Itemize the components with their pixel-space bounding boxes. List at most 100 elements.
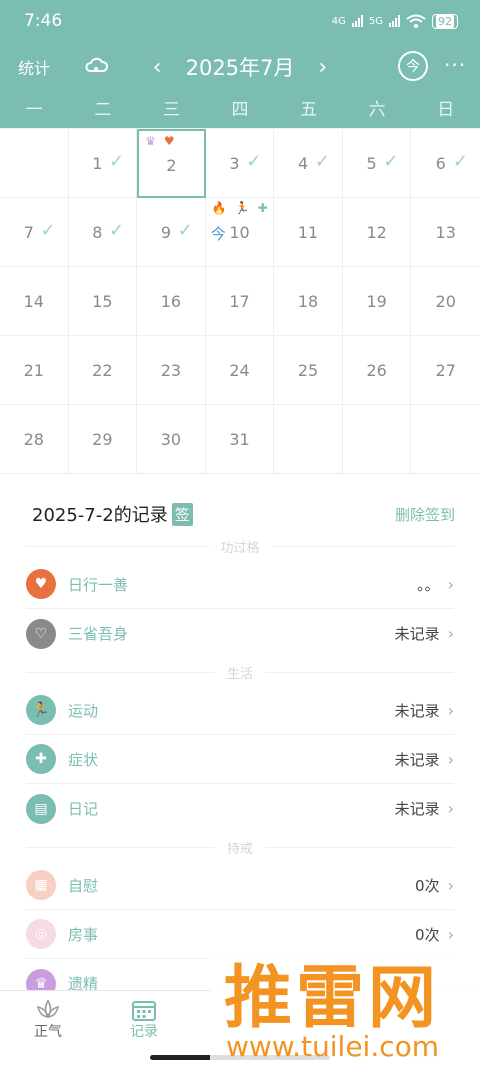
calendar-day-10[interactable]: 🔥 🏃 ✚ 今 10 [205,198,275,267]
calendar-day-15[interactable]: 15 [68,267,138,336]
day-number: 27 [435,361,456,380]
day-number: 31 [229,430,250,449]
next-month-button[interactable]: › [318,55,327,80]
day-number: 10 [229,223,250,242]
calendar-day-22[interactable]: 22 [68,336,138,405]
calendar-day-23[interactable]: 23 [137,336,206,405]
record-row[interactable]: ♥ 日行一善 。。 › [26,560,454,609]
section-title: 持戒 [227,841,254,857]
calendar-empty-cell [411,405,480,474]
record-value: 未记录 [394,750,440,769]
record-value: 未记录 [394,625,440,643]
check-icon: ✓ [383,151,399,172]
day-number: 13 [435,223,456,242]
day-number: 7 [23,223,34,242]
day-number: 8 [92,223,103,242]
record-header: 2025-7-2的记录 签 删除签到 [0,474,480,532]
weekday-label: 一 [25,100,43,120]
heart-icon: ♥ [26,569,56,599]
day-number: 28 [23,430,44,449]
weekday-row: 一 二 三 四 五 六 日 [0,92,480,128]
record-title: 2025-7-2的记录 签 [32,501,193,527]
calendar-day-25[interactable]: 25 [274,336,343,405]
day-marks: 🔥 🏃 ✚ [212,201,268,215]
record-row[interactable]: ♡ 三省吾身 未记录 › [26,609,454,658]
header: 7:46 4G 5G 92 统计 ‹ 2025年7月 › 今 ··· 一 二 三… [0,0,480,128]
section-list: 🏃 运动 未记录 › ✚ 症状 未记录 › ▤ 日记 未记录 › [0,686,480,833]
day-number: 5 [366,154,377,173]
room-icon: ◎ [26,919,56,949]
fire-icon: 🔥 [211,201,227,215]
record-row[interactable]: ▤ 日记 未记录 › [26,784,454,833]
day-number: 20 [435,292,456,311]
calendar-day-13[interactable]: 13 [411,198,480,267]
check-icon: ✓ [40,220,56,241]
today-button[interactable]: 今 [398,51,428,81]
calendar-day-26[interactable]: 26 [342,336,412,405]
section-divider: 生活 [0,658,480,686]
sign-badge: 签 [171,502,193,526]
calendar-day-20[interactable]: 20 [411,267,480,336]
calendar-day-19[interactable]: 19 [342,267,412,336]
watermark-url: www.tuilei.com [226,1030,440,1063]
calendar-day-31[interactable]: 31 [205,405,275,474]
month-title: 2025年7月 [185,56,295,80]
weekday-label: 四 [231,100,249,120]
calendar-day-14[interactable]: 14 [0,267,69,336]
weekday-label: 六 [368,100,386,120]
record-label: 日记 [68,800,99,818]
section-divider: 持戒 [0,833,480,861]
tab-zhengqi[interactable]: 正气 [0,991,96,1067]
calendar-day-29[interactable]: 29 [68,405,138,474]
day-number: 15 [92,292,113,311]
day-number: 16 [160,292,182,311]
day-number: 30 [160,430,182,449]
calendar-icon [132,1001,156,1021]
day-number: 4 [297,154,309,173]
record-row[interactable]: ▦ 自慰 0次 › [26,861,454,910]
delete-sign-button[interactable]: 删除签到 [395,504,455,525]
record-label: 症状 [68,750,99,769]
calendar-day-17[interactable]: 17 [205,267,275,336]
calendar-day-30[interactable]: 30 [137,405,206,474]
prev-month-button[interactable]: ‹ [153,55,162,80]
calendar-day-18[interactable]: 18 [274,267,343,336]
record-label: 运动 [68,701,99,720]
check-icon: ✓ [452,151,468,172]
day-number: 17 [229,292,250,311]
day-number: 14 [23,292,44,311]
chevron-right-icon: › [447,749,454,769]
calendar-day-21[interactable]: 21 [0,336,69,405]
calendar-day-11[interactable]: 11 [274,198,343,267]
calendar-day-9[interactable]: 9 ✓ [137,198,206,267]
calendar-day-28[interactable]: 28 [0,405,69,474]
section-divider: 功过格 [0,532,480,560]
day-number: 1 [92,154,103,173]
medical-kit-icon: ✚ [26,744,56,774]
chevron-right-icon: › [447,624,454,643]
day-marks: ♛ ♥ [145,134,175,148]
run-icon: 🏃 [234,201,250,215]
record-row[interactable]: 🏃 运动 未记录 › [26,686,454,735]
status-bar: 7:46 4G 5G 92 [0,0,480,42]
record-value: 。。 [417,575,440,594]
signal-icon [351,15,363,27]
calendar-day-16[interactable]: 16 [137,267,206,336]
record-row[interactable]: ✚ 症状 未记录 › [26,735,454,784]
network-5g-label: 5G [368,15,383,27]
calendar-day-12[interactable]: 12 [342,198,412,267]
calendar-day-27[interactable]: 27 [411,336,480,405]
day-number: 22 [92,361,113,380]
calendar-day-24[interactable]: 24 [205,336,275,405]
record-sections: 功过格 ♥ 日行一善。。 › ♡ 三省吾身 未记录 › 生活 🏃 运动 未记录 › ✚ 症状 未记录 › ▤ 日记未… [0,532,480,1008]
pink-mark-icon: ♛ [145,134,156,148]
weekday-label: 日 [437,100,455,120]
calendar-day-6[interactable]: 6 ✓ [411,129,480,198]
calendar-empty-cell [274,405,343,474]
check-icon: ✓ [314,151,330,172]
calendar-day-1[interactable]: 1 ✓ [68,129,138,198]
more-menu-button[interactable]: ··· [444,53,466,77]
record-label: 三省吾身 [68,625,129,643]
day-number: 6 [435,154,446,173]
day-number: 11 [297,223,319,242]
